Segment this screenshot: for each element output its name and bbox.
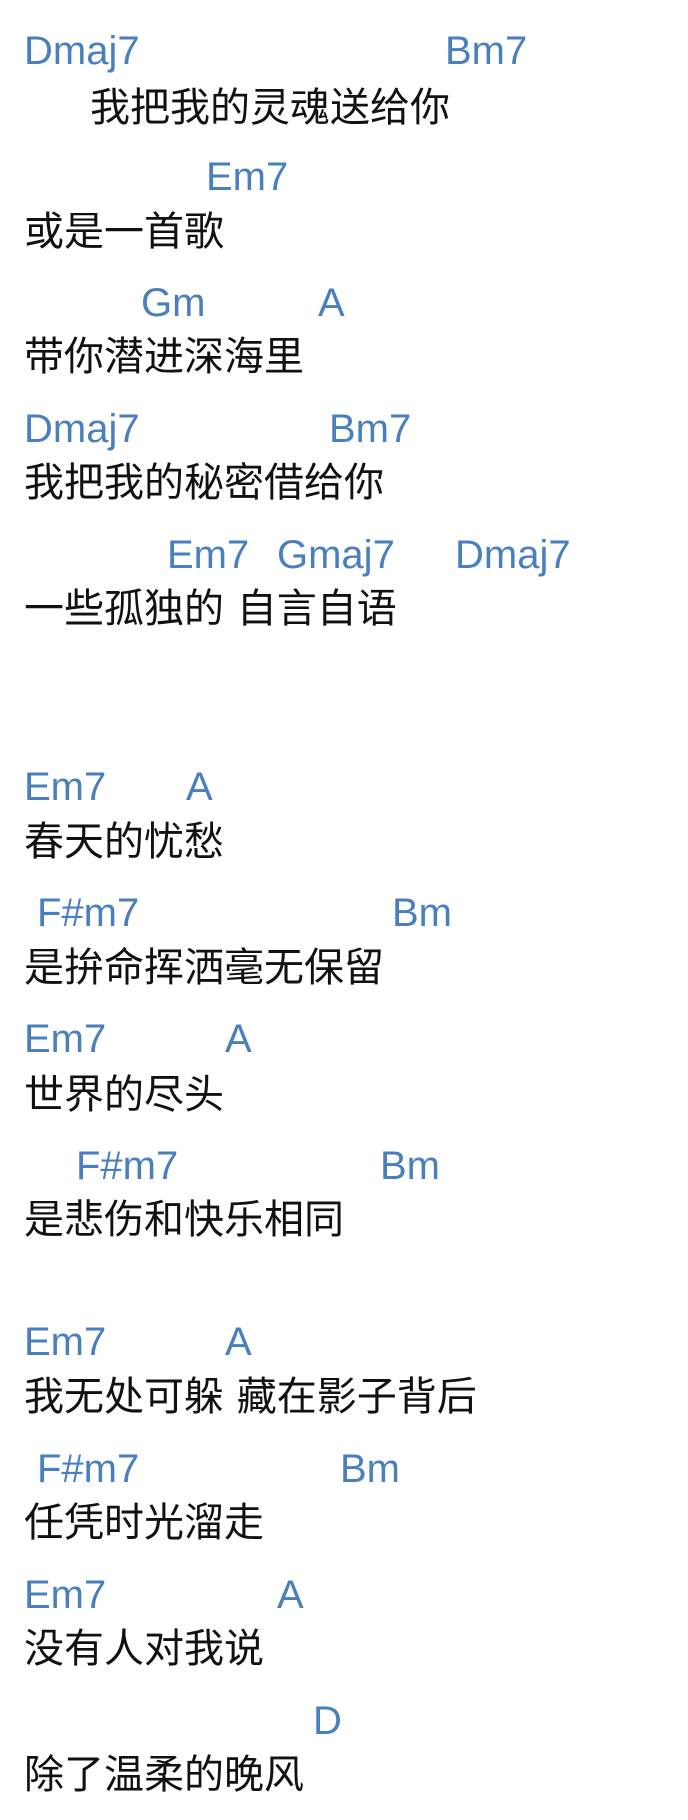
chord: Dmaj7: [24, 407, 140, 451]
chord: A: [225, 1320, 252, 1364]
chord: Em7: [167, 533, 250, 577]
chord: Dmaj7: [24, 29, 140, 73]
chord: D: [313, 1699, 342, 1743]
chord: Dmaj7: [455, 533, 571, 577]
chord: Bm7: [329, 407, 412, 451]
chord: Em7: [24, 765, 107, 809]
lyric-line: 任凭时光溜走: [24, 1500, 264, 1546]
lyric-line: 或是一首歌: [24, 209, 224, 255]
chord: Em7: [206, 155, 289, 199]
chord: F#m7: [37, 891, 140, 935]
chord: Bm: [340, 1447, 400, 1491]
chord: Em7: [24, 1573, 107, 1617]
lyric-line: 没有人对我说: [24, 1626, 264, 1672]
lyric-line: 春天的忧愁: [24, 819, 224, 865]
chord: Bm: [380, 1144, 440, 1188]
lyric-line: 除了温柔的晚风: [24, 1752, 304, 1798]
lyric-line: 世界的尽头: [24, 1072, 224, 1118]
chord: A: [225, 1017, 252, 1061]
chord: Bm7: [445, 29, 528, 73]
chord: A: [277, 1573, 304, 1617]
chord: Gmaj7: [277, 533, 395, 577]
chord: Em7: [24, 1320, 107, 1364]
chord: Gm: [141, 281, 206, 325]
chord: A: [318, 281, 345, 325]
chord: F#m7: [37, 1447, 140, 1491]
chord: Bm: [392, 891, 452, 935]
chord: A: [186, 765, 213, 809]
lyric-line: 带你潜进深海里: [24, 334, 304, 380]
chord: F#m7: [76, 1144, 179, 1188]
lyric-line: 是悲伤和快乐相同: [24, 1197, 344, 1243]
lyric-line: 我无处可躲 藏在影子背后: [24, 1374, 477, 1420]
lyric-line: 我把我的秘密借给你: [24, 460, 384, 506]
lyric-line: 一些孤独的 自言自语: [24, 586, 397, 632]
chord: Em7: [24, 1017, 107, 1061]
lyric-line: 我把我的灵魂送给你: [90, 85, 450, 131]
lyric-line: 是拚命挥洒毫无保留: [24, 945, 384, 991]
